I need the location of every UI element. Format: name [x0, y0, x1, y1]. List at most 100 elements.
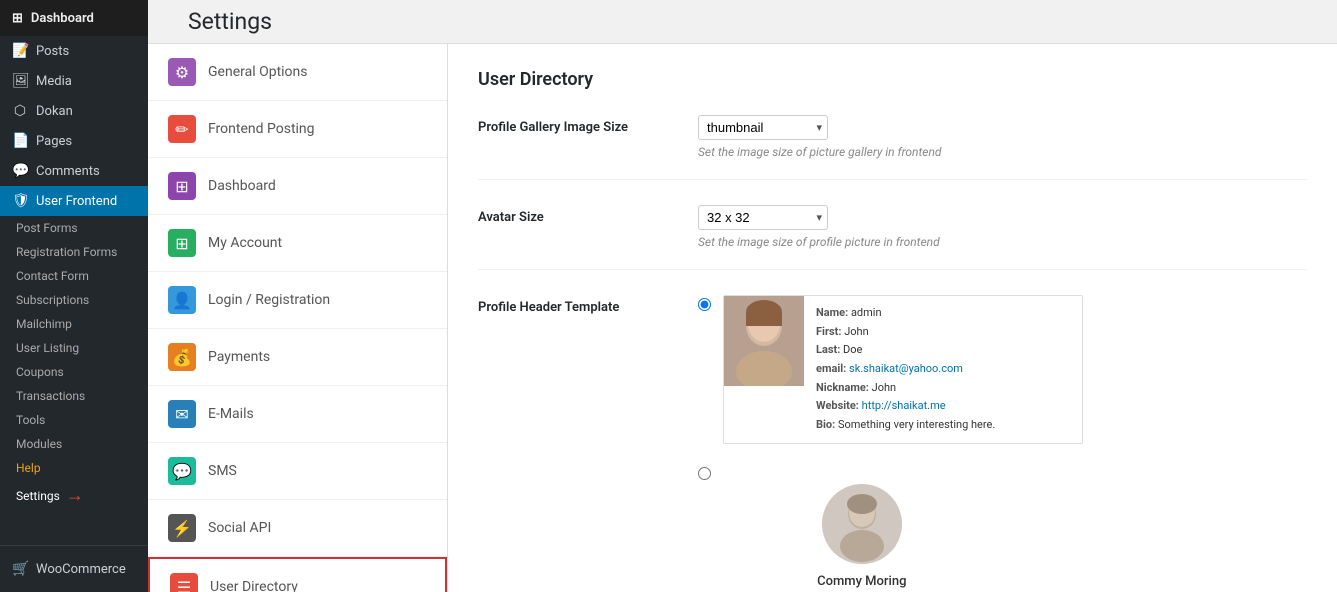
settings-nav-social-api[interactable]: ⚡ Social API	[148, 500, 447, 557]
sidebar-sub-settings[interactable]: Settings →	[0, 480, 148, 511]
template-email-link[interactable]: sk.shaikat@yahoo.com	[849, 362, 963, 375]
sidebar: ⊞ Dashboard 📝 Posts 🖼 Media ⬡ Dokan 📄 Pa…	[0, 0, 148, 592]
pages-icon: 📄	[12, 133, 28, 149]
avatar-size-select-wrap: 32 x 32 64 x 64 96 x 96 128 x 128	[698, 205, 828, 230]
login-icon: 👤	[168, 286, 196, 314]
template-card-2: Commy Moring Continually implement progr…	[723, 464, 1001, 592]
profile-gallery-label: Profile Gallery Image Size	[478, 115, 698, 135]
settings-nav-frontend-posting[interactable]: ✏ Frontend Posting	[148, 101, 447, 158]
page-title: Settings	[168, 0, 292, 35]
payments-icon: 💰	[168, 343, 196, 371]
right-panel: User Directory Profile Gallery Image Siz…	[448, 44, 1337, 592]
profile-gallery-select[interactable]: thumbnail medium large full	[698, 115, 828, 140]
posts-icon: 📝	[12, 43, 28, 59]
sidebar-item-posts[interactable]: 📝 Posts	[0, 36, 148, 66]
sidebar-item-user-frontend[interactable]: 🛡 User Frontend	[0, 186, 148, 216]
email-icon: ✉	[168, 400, 196, 428]
settings-nav-payments[interactable]: 💰 Payments	[148, 329, 447, 386]
dashboard-nav-icon: ⊞	[168, 172, 196, 200]
settings-nav-sms-label: SMS	[208, 463, 237, 479]
userdir-icon: ☰	[170, 573, 198, 592]
profile-gallery-control: thumbnail medium large full Set the imag…	[698, 115, 1307, 159]
sidebar-item-dokan-label: Dokan	[36, 104, 73, 119]
post-icon: ✏	[168, 115, 196, 143]
section-title: User Directory	[478, 69, 1307, 90]
settings-nav-login-registration[interactable]: 👤 Login / Registration	[148, 272, 447, 329]
profile-gallery-hint: Set the image size of picture gallery in…	[698, 145, 1307, 159]
sidebar-sub-mailchimp[interactable]: Mailchimp	[0, 312, 148, 336]
user-frontend-icon: 🛡	[12, 193, 28, 209]
template-options: Name: admin First: John Last: Doe email:…	[698, 295, 1307, 592]
sidebar-sub-registration-forms[interactable]: Registration Forms	[0, 240, 148, 264]
sidebar-item-pages-label: Pages	[36, 134, 72, 149]
template-1-info: Name: admin First: John Last: Doe email:…	[804, 296, 1007, 443]
settings-nav-emails[interactable]: ✉ E-Mails	[148, 386, 447, 443]
sidebar-sub-user-listing[interactable]: User Listing	[0, 336, 148, 360]
template-2-avatar	[822, 484, 902, 564]
sidebar-sub-modules[interactable]: Modules	[0, 432, 148, 456]
sidebar-item-dokan[interactable]: ⬡ Dokan	[0, 96, 148, 126]
profile-gallery-select-wrap: thumbnail medium large full	[698, 115, 828, 140]
profile-gallery-row: Profile Gallery Image Size thumbnail med…	[478, 115, 1307, 180]
sms-icon: 💬	[168, 457, 196, 485]
avatar-size-hint: Set the image size of profile picture in…	[698, 235, 1307, 249]
dashboard-icon: ⊞	[12, 11, 23, 26]
settings-nav-frontend-posting-label: Frontend Posting	[208, 121, 315, 137]
settings-nav-general-options-label: General Options	[208, 64, 308, 80]
settings-nav-dashboard[interactable]: ⊞ Dashboard	[148, 158, 447, 215]
sidebar-sub-tools[interactable]: Tools	[0, 408, 148, 432]
template-option-1: Name: admin First: John Last: Doe email:…	[698, 295, 1307, 444]
avatar-size-label: Avatar Size	[478, 205, 698, 225]
template-option-2: Commy Moring Continually implement progr…	[698, 464, 1307, 592]
sidebar-header-label: Dashboard	[31, 11, 94, 26]
avatar-size-control: 32 x 32 64 x 64 96 x 96 128 x 128 Set th…	[698, 205, 1307, 249]
content-panel: User Directory Profile Gallery Image Siz…	[448, 44, 1337, 592]
template-website-link[interactable]: http://shaikat.me	[862, 399, 946, 412]
settings-sidebar: ⚙ General Options ✏ Frontend Posting ⊞ D…	[148, 44, 448, 592]
settings-nav-user-directory[interactable]: ☰ User Directory	[148, 557, 447, 592]
settings-nav-emails-label: E-Mails	[208, 406, 254, 422]
dokan-icon: ⬡	[12, 103, 28, 119]
settings-arrow-icon: →	[66, 485, 84, 506]
avatar-size-select[interactable]: 32 x 32 64 x 64 96 x 96 128 x 128	[698, 205, 828, 230]
account-icon: ⊞	[168, 229, 196, 257]
sidebar-item-woocommerce-label: WooCommerce	[36, 562, 126, 577]
profile-header-template-control: Name: admin First: John Last: Doe email:…	[698, 295, 1307, 592]
settings-nav-general-options[interactable]: ⚙ General Options	[148, 44, 447, 101]
settings-nav-dashboard-label: Dashboard	[208, 178, 276, 194]
settings-nav-social-api-label: Social API	[208, 520, 271, 536]
template-2-name: Commy Moring	[817, 574, 906, 589]
main-area: Settings ⚙ General Options ✏ Frontend Po…	[148, 0, 1337, 592]
sidebar-item-woocommerce[interactable]: 🛒 WooCommerce	[0, 554, 148, 584]
sidebar-item-comments[interactable]: 💬 Comments	[0, 156, 148, 186]
settings-nav-sms[interactable]: 💬 SMS	[148, 443, 447, 500]
settings-nav-payments-label: Payments	[208, 349, 270, 365]
media-icon: 🖼	[12, 73, 28, 89]
settings-main: ⚙ General Options ✏ Frontend Posting ⊞ D…	[148, 44, 1337, 592]
template-1-avatar	[724, 296, 804, 386]
sidebar-item-media[interactable]: 🖼 Media	[0, 66, 148, 96]
sidebar-sub-coupons[interactable]: Coupons	[0, 360, 148, 384]
social-icon: ⚡	[168, 514, 196, 542]
settings-nav-my-account[interactable]: ⊞ My Account	[148, 215, 447, 272]
top-bar: Settings	[148, 0, 1337, 44]
template-1-radio[interactable]	[698, 298, 711, 311]
sidebar-item-comments-label: Comments	[36, 164, 100, 179]
sidebar-header[interactable]: ⊞ Dashboard	[0, 0, 148, 36]
sidebar-item-user-frontend-label: User Frontend	[36, 194, 117, 209]
settings-nav-user-directory-label: User Directory	[210, 579, 298, 592]
sidebar-item-media-label: Media	[36, 74, 72, 89]
template-card-1: Name: admin First: John Last: Doe email:…	[723, 295, 1083, 444]
sidebar-item-pages[interactable]: 📄 Pages	[0, 126, 148, 156]
woocommerce-icon: 🛒	[12, 561, 28, 577]
avatar-size-row: Avatar Size 32 x 32 64 x 64 96 x 96 128 …	[478, 205, 1307, 270]
settings-nav-login-registration-label: Login / Registration	[208, 292, 330, 308]
sidebar-sub-contact-form[interactable]: Contact Form	[0, 264, 148, 288]
sidebar-sub-transactions[interactable]: Transactions	[0, 384, 148, 408]
template-2-radio[interactable]	[698, 467, 711, 480]
sidebar-sub-subscriptions[interactable]: Subscriptions	[0, 288, 148, 312]
sidebar-sub-post-forms[interactable]: Post Forms	[0, 216, 148, 240]
sidebar-sub-help[interactable]: Help	[0, 456, 148, 480]
profile-header-template-row: Profile Header Template	[478, 295, 1307, 592]
comments-icon: 💬	[12, 163, 28, 179]
